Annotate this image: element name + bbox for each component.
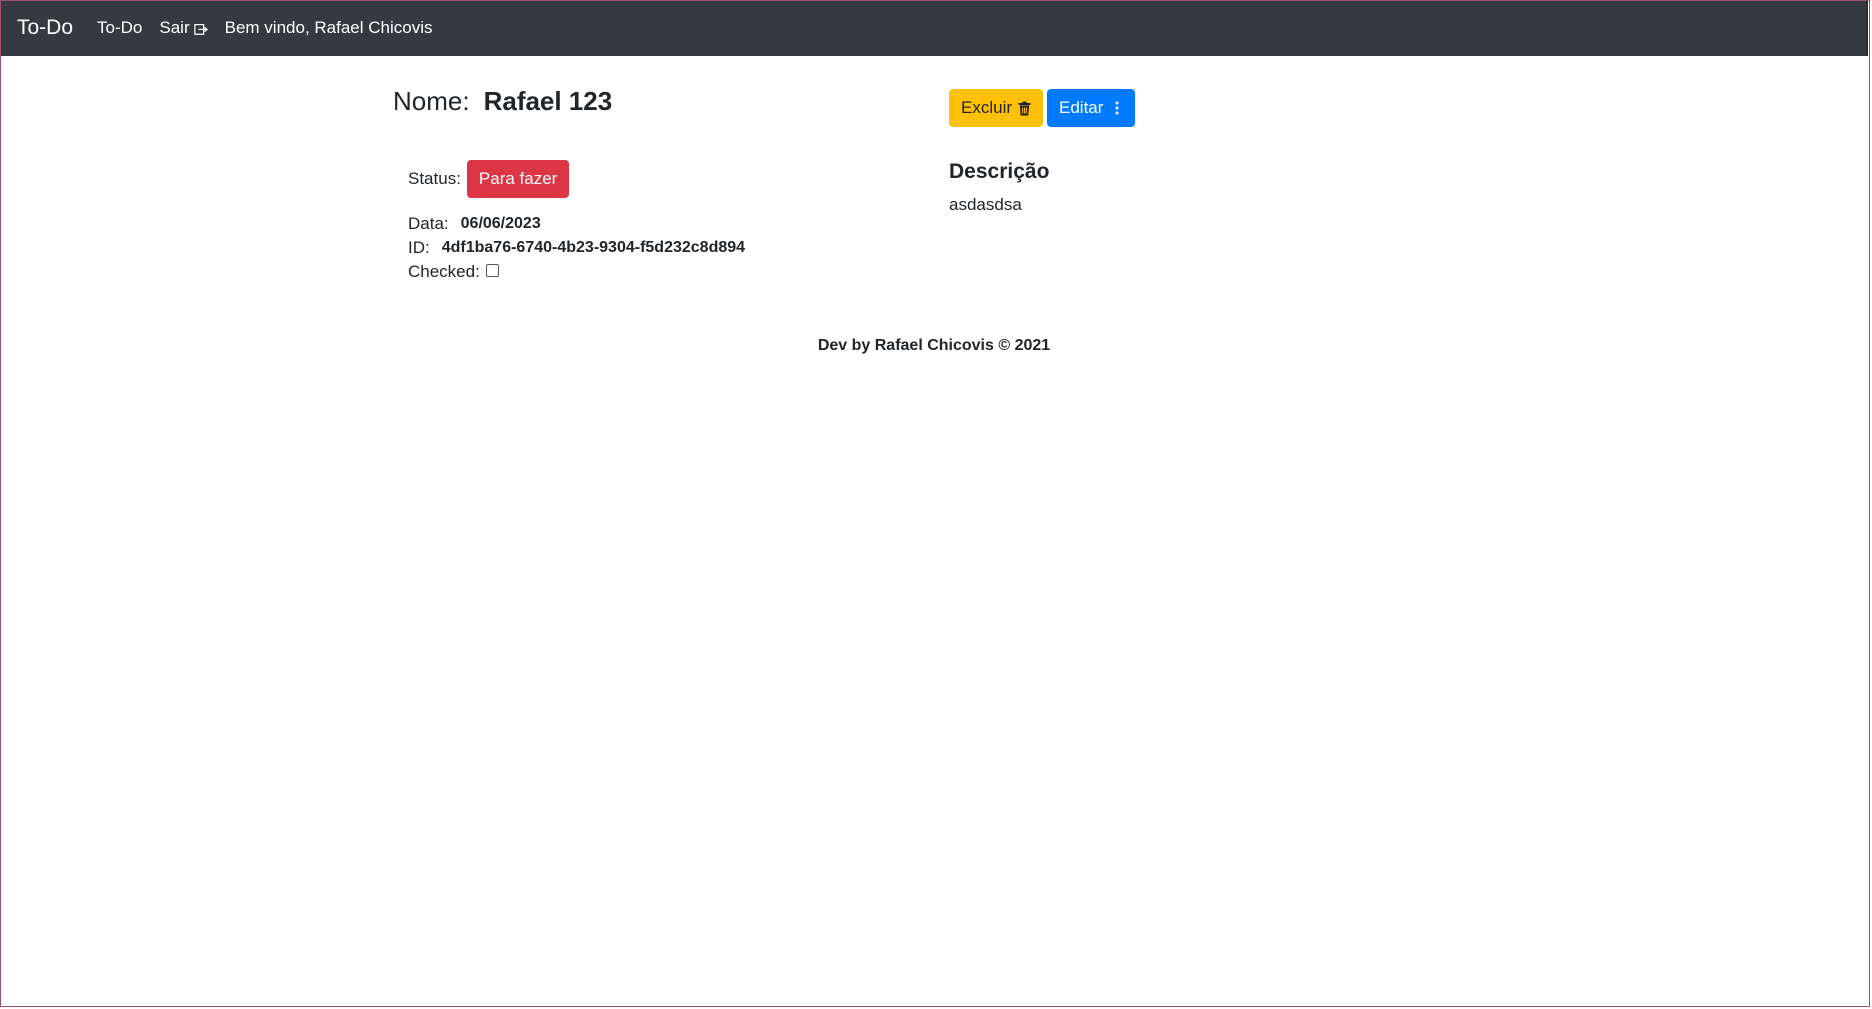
status-badge: Para fazer <box>466 160 570 198</box>
checked-row: Checked: <box>408 262 499 282</box>
status-row: Status: Para fazer <box>408 160 570 198</box>
delete-button[interactable]: Excluir <box>949 89 1043 127</box>
task-name: Nome: Rafael 123 <box>393 86 612 117</box>
status-label: Status: <box>408 169 461 188</box>
more-vertical-icon <box>1115 101 1119 115</box>
brand-link[interactable]: To-Do <box>17 16 73 40</box>
edit-button[interactable]: Editar <box>1047 89 1135 127</box>
delete-label: Excluir <box>961 98 1013 117</box>
logout-icon <box>193 21 208 35</box>
footer: Dev by Rafael Chicovis © 2021 <box>0 337 1868 355</box>
id-row: ID: 4df1ba76-6740-4b23-9304-f5d232c8d894 <box>408 238 745 258</box>
logout-label: Sair <box>159 18 190 37</box>
name-label: Nome: <box>393 86 470 116</box>
checked-label: Checked: <box>408 262 480 281</box>
name-value: Rafael 123 <box>483 86 613 116</box>
top-navbar: To-Do To-Do Sair Bem vindo, Rafael Chico… <box>0 0 1868 56</box>
task-actions: Excluir Editar <box>949 89 1135 127</box>
trash-icon <box>1018 101 1031 116</box>
description-text: asdasdsa <box>949 195 1022 214</box>
welcome-text: Bem vindo, Rafael Chicovis <box>224 18 433 37</box>
date-row: Data: 06/06/2023 <box>408 214 541 234</box>
id-label: ID: <box>408 238 430 257</box>
logout-link[interactable]: Sair <box>159 18 208 38</box>
footer-text: Dev by Rafael Chicovis © 2021 <box>817 337 1051 354</box>
id-value: 4df1ba76-6740-4b23-9304-f5d232c8d894 <box>441 239 746 256</box>
edit-label: Editar <box>1059 98 1104 117</box>
checked-checkbox[interactable] <box>485 263 499 277</box>
nav-link-todo[interactable]: To-Do <box>97 18 142 38</box>
description-title: Descrição <box>949 160 1050 183</box>
window-frame <box>0 0 1870 1007</box>
date-label: Data: <box>408 214 449 233</box>
date-value: 06/06/2023 <box>460 215 541 232</box>
